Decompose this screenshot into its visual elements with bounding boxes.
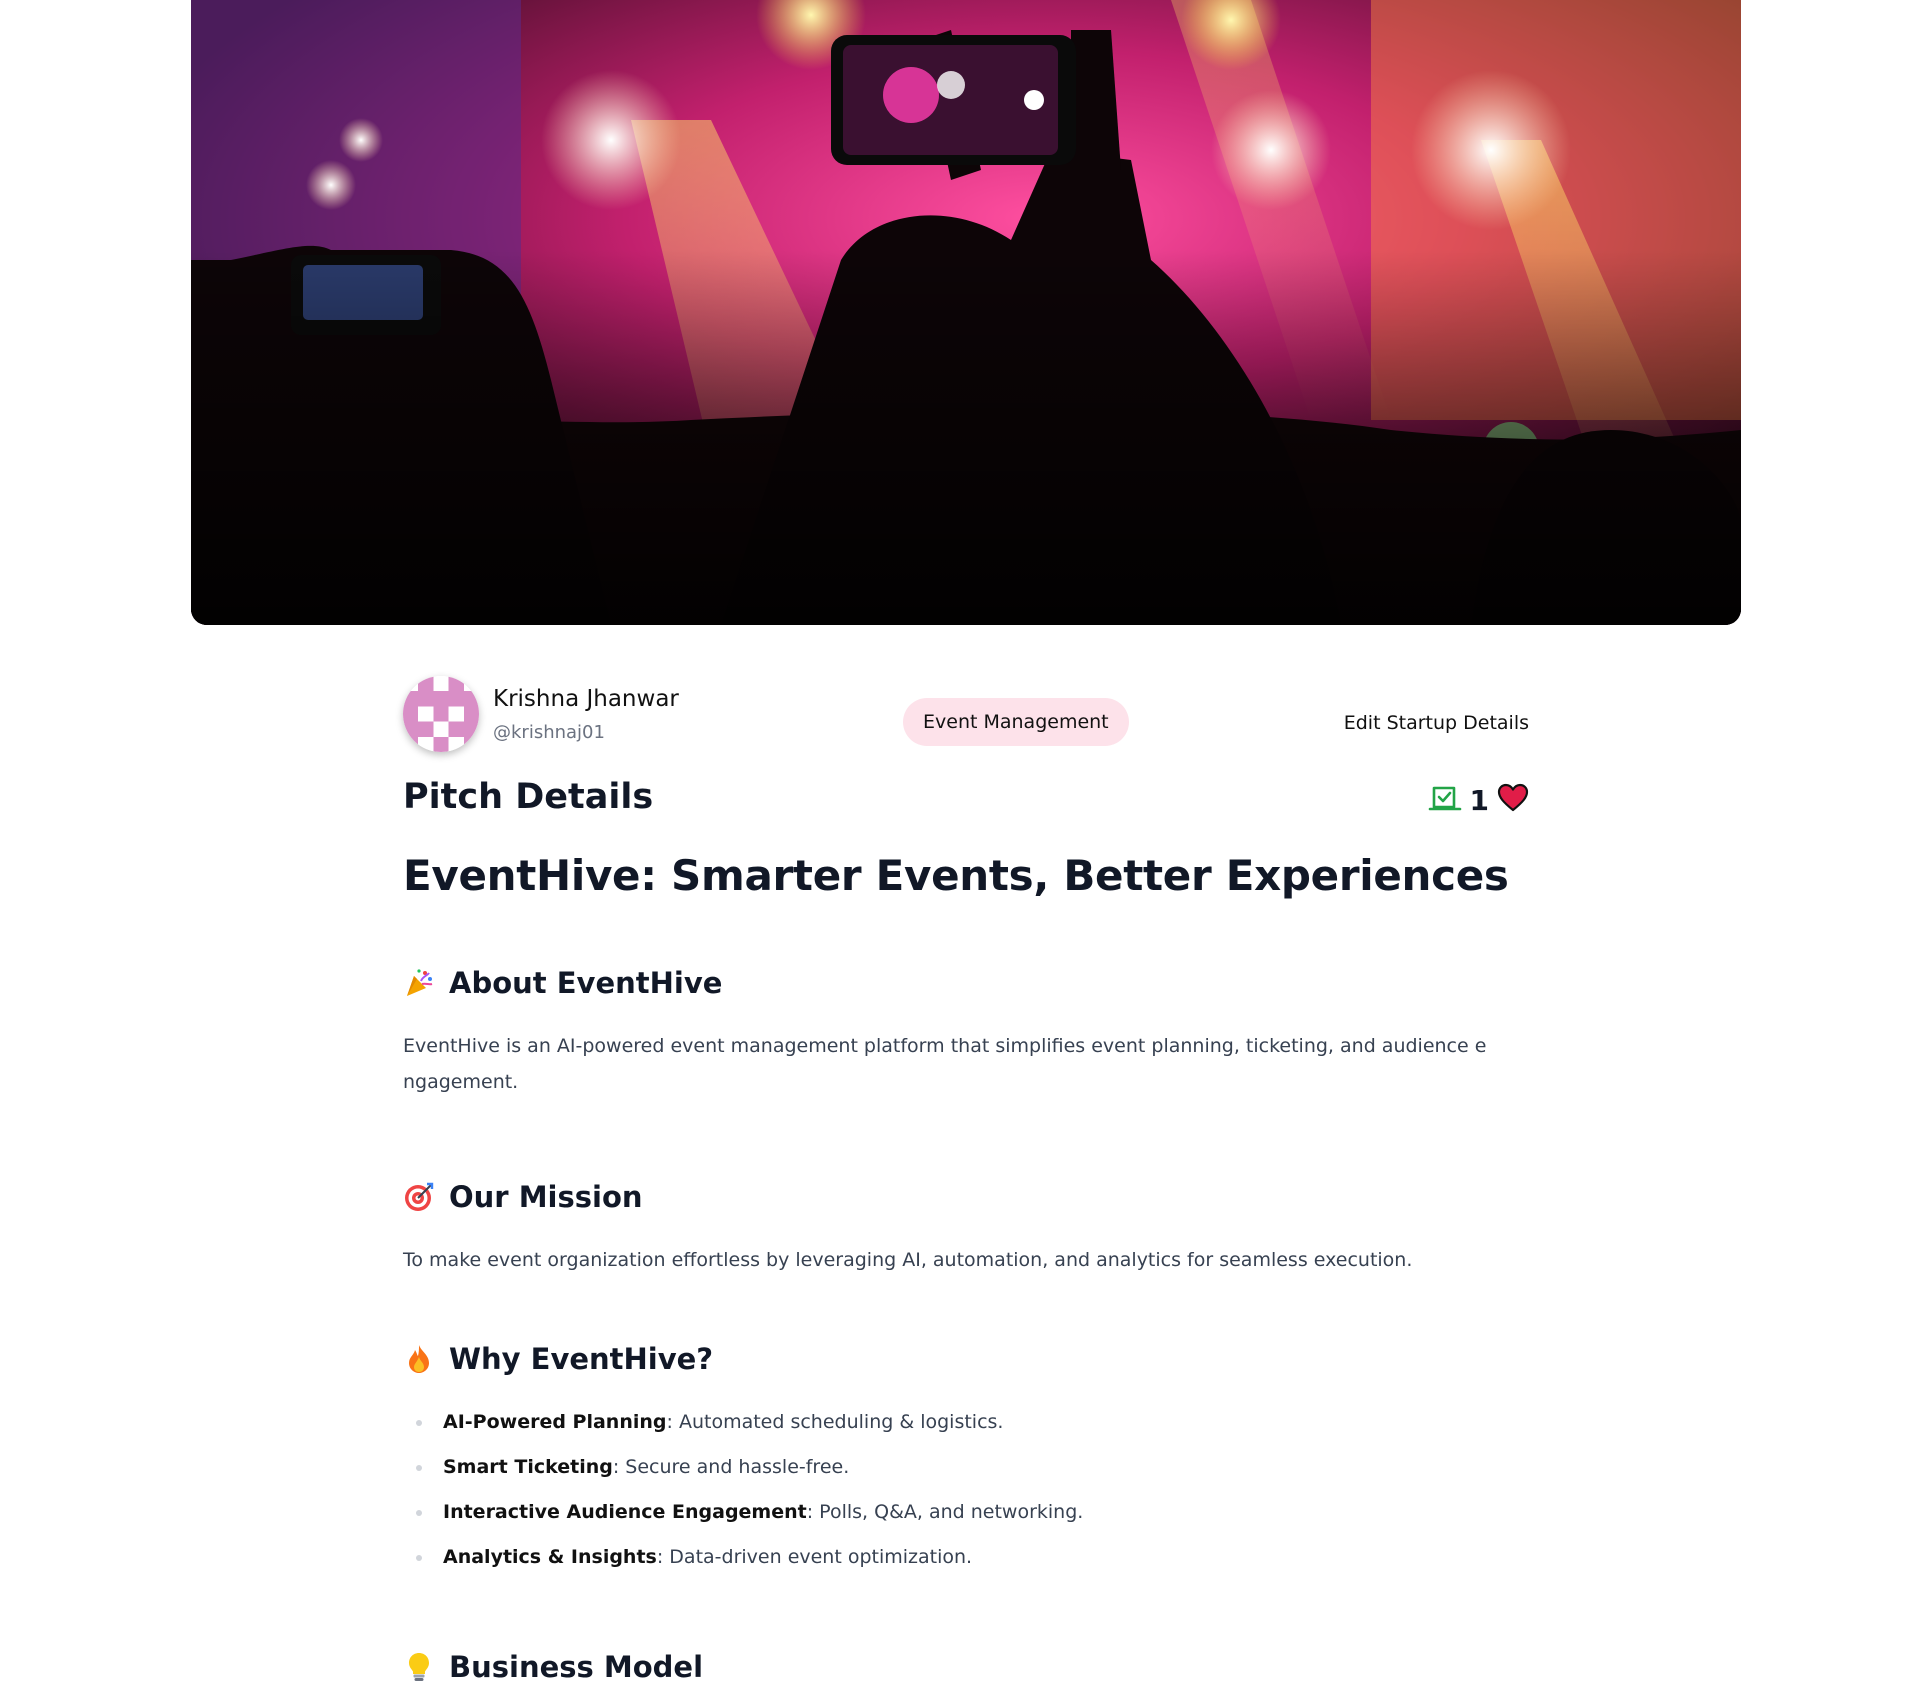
features-list: AI-Powered Planning: Automated schedulin…: [403, 1400, 1529, 1580]
feature-desc: : Data-driven event optimization.: [656, 1546, 973, 1568]
feature-desc: : Automated scheduling & logistics.: [666, 1411, 1004, 1433]
section-business-model: Business Model: [403, 1650, 1529, 1684]
about-text: EventHive is an AI-powered event managem…: [403, 1035, 1487, 1093]
party-popper-icon: [403, 967, 435, 999]
feature-desc: : Secure and hassle-free.: [612, 1456, 850, 1478]
pitch-details-heading: Pitch Details: [403, 777, 654, 817]
section-heading: Business Model: [403, 1650, 1529, 1684]
mission-text: To make event organization effortless by…: [403, 1249, 1413, 1271]
section-heading: Our Mission: [403, 1180, 1529, 1214]
list-item: Analytics & Insights: Data-driven event …: [403, 1535, 1529, 1580]
feature-title: Analytics & Insights: [443, 1546, 657, 1568]
list-item: Smart Ticketing: Secure and hassle-free.: [403, 1445, 1529, 1490]
like-count: 1: [1469, 783, 1489, 817]
pixel-identicon-avatar: [403, 676, 479, 752]
feature-title: AI-Powered Planning: [443, 1411, 667, 1433]
edit-startup-details-link[interactable]: Edit Startup Details: [1344, 712, 1529, 734]
section-mission: Our Mission To make event organization e…: [403, 1180, 1529, 1278]
light-bulb-icon: [403, 1651, 435, 1683]
feature-title: Smart Ticketing: [443, 1456, 613, 1478]
author-name[interactable]: Krishna Jhanwar: [493, 686, 679, 712]
check-square-icon: [1428, 783, 1462, 817]
mission-heading: Our Mission: [449, 1180, 643, 1214]
heart-icon[interactable]: [1497, 783, 1529, 817]
pitch-content: Krishna Jhanwar @krishnaj01 Event Manage…: [403, 676, 1529, 1684]
startup-title: EventHive: Smarter Events, Better Experi…: [403, 851, 1509, 900]
section-heading: About EventHive: [403, 966, 1529, 1000]
section-about: About EventHive EventHive is an AI-power…: [403, 966, 1529, 1100]
list-item: Interactive Audience Engagement: Polls, …: [403, 1490, 1529, 1535]
category-tag[interactable]: Event Management: [903, 698, 1129, 746]
hero-image: [191, 0, 1741, 625]
section-why: Why EventHive? AI-Powered Planning: Auto…: [403, 1342, 1529, 1580]
section-heading: Why EventHive?: [403, 1342, 1529, 1376]
author-row: Krishna Jhanwar @krishnaj01 Event Manage…: [403, 676, 1529, 756]
list-item: AI-Powered Planning: Automated schedulin…: [403, 1400, 1529, 1445]
author-handle[interactable]: @krishnaj01: [493, 722, 605, 743]
business-heading: Business Model: [449, 1650, 704, 1684]
concert-photo: [191, 0, 1741, 625]
pitch-details-header: Pitch Details 1: [403, 777, 1529, 847]
about-heading: About EventHive: [449, 966, 723, 1000]
feature-desc: : Polls, Q&A, and networking.: [806, 1501, 1084, 1523]
target-icon: [403, 1181, 435, 1213]
pitch-stats: 1: [1428, 783, 1529, 817]
avatar[interactable]: [403, 676, 479, 752]
feature-title: Interactive Audience Engagement: [443, 1501, 807, 1523]
fire-icon: [403, 1343, 435, 1375]
why-heading: Why EventHive?: [449, 1342, 714, 1376]
